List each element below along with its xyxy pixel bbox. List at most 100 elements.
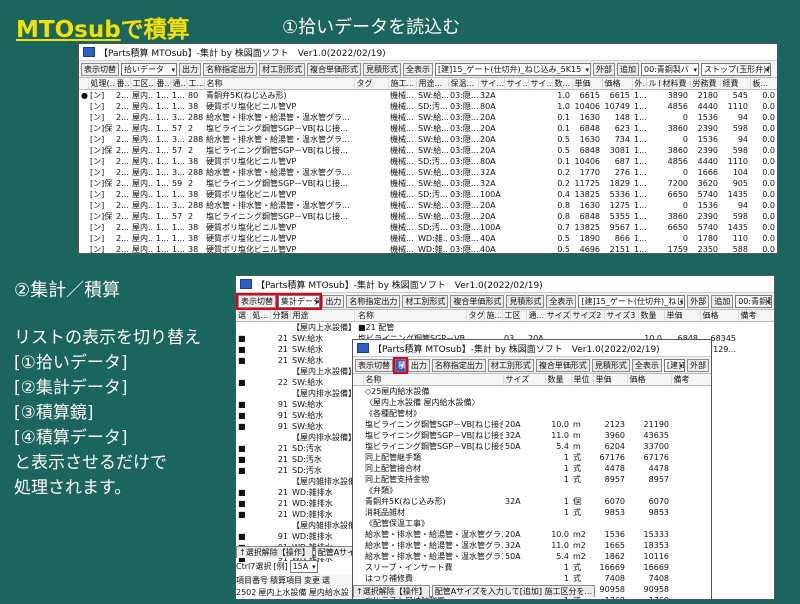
- column-header[interactable]: 工区...: [130, 78, 155, 90]
- material-output-button[interactable]: 材工別形式: [487, 358, 534, 372]
- table-row[interactable]: 《弁類》: [353, 485, 711, 496]
- table-row[interactable]: [ン] 2... 屋内... 1... 1... 38 硬質ポリ塩化ビニル管VP 機械... S…: [79, 101, 777, 112]
- column-header[interactable]: サイ...: [478, 78, 505, 90]
- external-button[interactable]: 外部: [687, 358, 709, 372]
- table-row[interactable]: [ン] 2... 屋内... 1... 1... 38 硬質ポリ塩化ビニル管VP 機械... S…: [79, 222, 777, 233]
- compound-price-button[interactable]: 複合単価形式: [535, 358, 590, 372]
- table-row[interactable]: 〈屋内上水設備 屋内給水設備〉: [353, 397, 711, 408]
- table-row[interactable]: ■ 21 SD:汚水: [236, 443, 354, 454]
- column-header[interactable]: 単価: [664, 310, 701, 322]
- column-header[interactable]: 処理(...: [88, 78, 115, 90]
- material-output-button[interactable]: 材工別形式: [259, 62, 305, 76]
- name-output-button[interactable]: 名称指定出力: [346, 294, 401, 308]
- table-row[interactable]: 【屋内雑排水設備】: [236, 520, 354, 531]
- external-button[interactable]: 外部: [593, 62, 615, 76]
- column-header[interactable]: 名称: [204, 78, 355, 90]
- table-row[interactable]: 同上配管接合材 1 式 4478 4478: [353, 463, 711, 474]
- add-button[interactable]: 追加: [711, 294, 734, 308]
- column-header[interactable]: 工区: [502, 310, 527, 322]
- table-row[interactable]: ■ 21 SW:給水: [236, 355, 354, 366]
- column-header[interactable]: 単価: [572, 78, 603, 90]
- item-select[interactable]: [建]15_ゲート(仕切弁)_ねじ込み_5K15: [578, 294, 686, 308]
- column-header[interactable]: 工...: [186, 78, 205, 90]
- compound-price-button[interactable]: 複合単価形式: [307, 62, 361, 76]
- column-header[interactable]: 材料費: [660, 78, 691, 90]
- table-row[interactable]: 塩ビライニング鋼管SGP－VB[ねじ接合][SW...32A 11.0 m 3960 4…: [353, 430, 711, 441]
- table-row[interactable]: ■ 91 SW:給水: [236, 399, 354, 410]
- column-header[interactable]: 施工...: [388, 78, 417, 90]
- column-header[interactable]: 板...: [750, 78, 777, 90]
- compound-price-button[interactable]: 複合単価形式: [450, 294, 505, 308]
- column-header[interactable]: 経費: [720, 78, 751, 90]
- table-row[interactable]: ■ 21 SD:汚水: [236, 465, 354, 476]
- deselect-button[interactable]: ↑選択解除【操作】: [236, 546, 313, 558]
- display-switch-button[interactable]: 表示切替: [81, 62, 119, 76]
- column-header[interactable]: サイ...: [528, 78, 553, 90]
- table-row[interactable]: 消耗品雑材 1 式 9853 9853: [353, 507, 711, 518]
- estimate-button[interactable]: 見積形式: [506, 294, 545, 308]
- table-row[interactable]: [ン] 2... 屋内... 1... 3... 288 給水管・排水管・給湯管・温水管グラ…: [79, 112, 777, 123]
- table-row[interactable]: ■ 91 SW:給水: [236, 410, 354, 421]
- table-row[interactable]: [ン]保 2... 屋内... 1... 57 2 塩ビライニング鋼管SGP－VB[ねじ接.…: [79, 123, 777, 134]
- material-output-button[interactable]: 材工別形式: [402, 294, 449, 308]
- add-button[interactable]: 追加: [617, 62, 639, 76]
- deselect-button[interactable]: ↑選択解除【操作】: [353, 585, 430, 597]
- column-header[interactable]: 備考: [671, 374, 711, 386]
- table-row[interactable]: 給水管・排水管・給湯管・温水管グラスウール...50A 5.4 m2 1862 1011…: [353, 551, 711, 562]
- table-row[interactable]: ■ 21 SW:給水: [236, 344, 354, 355]
- table-row[interactable]: 【屋内上水設備】: [236, 366, 354, 377]
- table-row[interactable]: [ン]保 2... 屋内... 1... 59 2 塩ビライニング鋼管SGP－VB[ねじ接.…: [79, 178, 777, 189]
- table-row[interactable]: [ン] 2... 屋内... 1... 1... 38 硬質ポリ塩化ビニル管VP 機械... S…: [79, 189, 777, 200]
- table-row[interactable]: [ン]保 2... 屋内... 1... 57 2 塩ビライニング鋼管SGP－VB[ねじ接.…: [79, 145, 777, 156]
- table-row[interactable]: ■ 91 WD:雑排水: [236, 531, 354, 542]
- table-row[interactable]: 青銅弁5K(ねじ込み形) 32A 1 個 6070 6070: [353, 496, 711, 507]
- column-header[interactable]: 番...: [114, 78, 131, 90]
- column-header[interactable]: [353, 374, 364, 386]
- table-row[interactable]: ● [ン] 2... 屋内... 1... 1... 80 青銅弁5K(ねじ込み形) 機械...…: [79, 90, 777, 102]
- column-header[interactable]: 選: [236, 310, 251, 322]
- column-header[interactable]: 通... サイズ: [526, 310, 571, 322]
- output-button[interactable]: 出力: [322, 294, 345, 308]
- column-header[interactable]: サイ...: [504, 78, 529, 90]
- column-header[interactable]: 通...: [170, 78, 187, 90]
- table-row[interactable]: [ン] 2... 屋内... 1... 1... 38 硬質ポリ塩化ビニル管VP 機械... W…: [79, 244, 777, 253]
- table-row[interactable]: 【屋内排水設備】: [236, 432, 354, 443]
- table-row[interactable]: ■ 21 WD:雑排水: [236, 509, 354, 520]
- table-row[interactable]: 【屋内上水設備】: [236, 322, 354, 334]
- table-row[interactable]: [ン] 2... 屋内... 1... 3... 288 給水管・排水管・給湯管・温水管グラ…: [79, 200, 777, 211]
- column-header[interactable]: 数量: [638, 310, 665, 322]
- size-input[interactable]: 15A: [289, 559, 318, 573]
- name-output-button[interactable]: 名称指定出力: [431, 358, 486, 372]
- item-select[interactable]: [建]15_ゲート(仕切弁)_ねじ込み_5K15: [435, 62, 591, 76]
- display-mode-select[interactable]: 集計データ: [275, 292, 323, 310]
- size-input-hint[interactable]: 配管Aサイズを入力して[追加] 施工区分を...: [431, 585, 596, 597]
- column-header[interactable]: 単位: [571, 374, 594, 386]
- external-button[interactable]: 外部: [687, 294, 710, 308]
- display-mode-select[interactable]: 積算鏡: [393, 356, 408, 374]
- table-row[interactable]: ■ 22 SW:給水: [236, 377, 354, 388]
- display-switch-button[interactable]: 表示切替: [236, 292, 278, 310]
- table-row[interactable]: ■ 21 WD:雑排水: [236, 487, 354, 498]
- column-header[interactable]: 名称: [356, 310, 467, 322]
- column-header[interactable]: 数...: [552, 78, 573, 90]
- show-all-button[interactable]: 全表示: [631, 358, 662, 372]
- table-row[interactable]: ■ 21 SW:給水: [236, 333, 354, 344]
- size-input-hint[interactable]: 配管Aサイズを入力し: [314, 546, 354, 558]
- table-row[interactable]: 【屋内排水設備】: [236, 388, 354, 399]
- table-row[interactable]: 同上配管継手類 1 式 67176 67176: [353, 452, 711, 463]
- table-row[interactable]: 《各種配管材》: [353, 408, 711, 419]
- item-row[interactable]: 2502 屋内上水設備 屋内給水設: [236, 586, 354, 598]
- table-row[interactable]: ◇25屋内給水設備: [353, 386, 711, 398]
- column-header[interactable]: 分類: [270, 310, 291, 322]
- table-row[interactable]: ■21 配管: [356, 322, 774, 334]
- column-header[interactable]: 外...: [632, 78, 647, 90]
- table-row[interactable]: ■ 91 SW:給水: [236, 421, 354, 432]
- table-row[interactable]: 同上配管支持金物 1 式 8957 8957: [353, 474, 711, 485]
- display-mode-select[interactable]: 拾いデータ: [121, 62, 177, 76]
- table-row[interactable]: 給水管・排水管・給湯管・温水管グラスウール...20A 10.0 m2 1536 153…: [353, 529, 711, 540]
- output-button[interactable]: 出力: [179, 62, 201, 76]
- show-all-button[interactable]: 全表示: [546, 294, 577, 308]
- table-row[interactable]: 《配管保温工事》: [353, 518, 711, 529]
- column-header[interactable]: 備考: [738, 310, 774, 322]
- table-row[interactable]: ■ 21 WD:雑排水: [236, 498, 354, 509]
